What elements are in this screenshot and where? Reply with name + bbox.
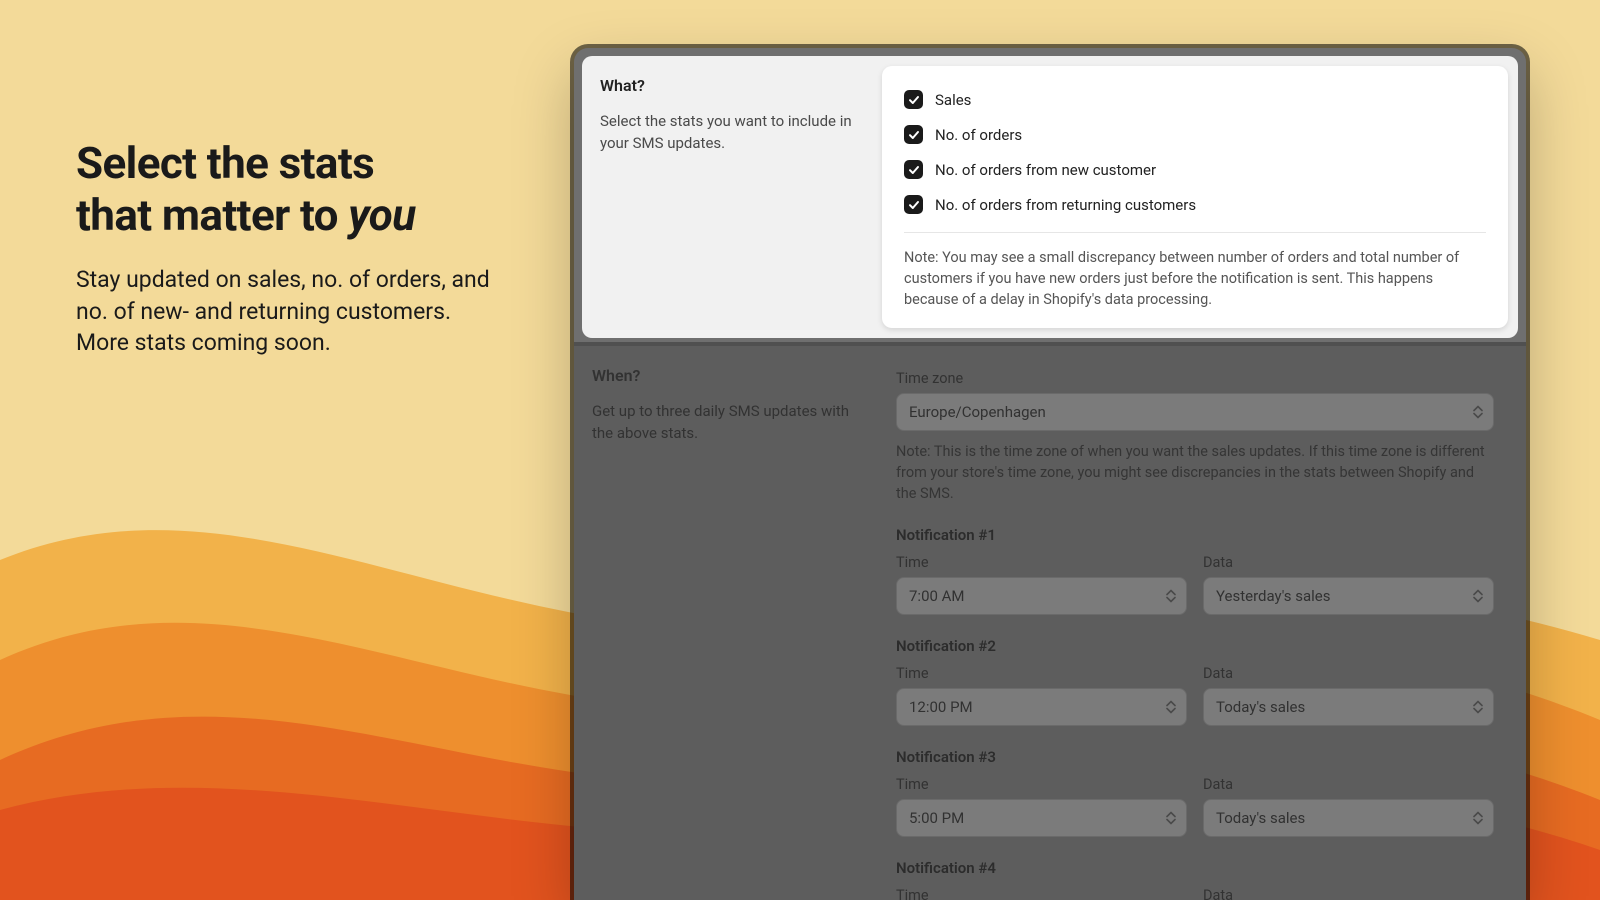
option-label: No. of orders from new customer (935, 161, 1156, 179)
n4-data-label: Data (1203, 887, 1494, 900)
n4-time-label: Time (896, 887, 1187, 900)
n3-time-value: 5:00 PM (909, 809, 964, 827)
promo-headline-emphasis: you (348, 189, 415, 241)
section-when: When? Get up to three daily SMS updates … (574, 346, 1526, 900)
section-when-title: When? (592, 366, 856, 385)
n3-time-select[interactable]: 5:00 PM (896, 799, 1187, 837)
notification-1-row: Time 7:00 AM Data Yesterday's sales (896, 554, 1494, 615)
notification-2-header: Notification #2 (896, 637, 1494, 655)
app-window: What? Select the stats you want to inclu… (574, 48, 1526, 900)
timezone-value: Europe/Copenhagen (909, 403, 1046, 421)
when-card: Time zone Europe/Copenhagen Note: This i… (874, 356, 1516, 900)
section-when-desc: Get up to three daily SMS updates with t… (592, 401, 856, 445)
notification-3-header: Notification #3 (896, 748, 1494, 766)
n3-data-label: Data (1203, 776, 1494, 793)
section-what-desc: Select the stats you want to include in … (600, 111, 864, 155)
option-label: No. of orders from returning customers (935, 196, 1196, 214)
promo-headline-line2-prefix: that matter to (76, 189, 348, 241)
chevron-updown-icon (1166, 701, 1176, 714)
option-new-customer-orders[interactable]: No. of orders from new customer (904, 152, 1486, 187)
section-what-title: What? (600, 76, 864, 95)
n1-time-select[interactable]: 7:00 AM (896, 577, 1187, 615)
option-sales[interactable]: Sales (904, 82, 1486, 117)
promo-copy: Select the stats that matter to you Stay… (76, 138, 496, 359)
promo-body: Stay updated on sales, no. of orders, an… (76, 264, 496, 359)
option-no-of-orders[interactable]: No. of orders (904, 117, 1486, 152)
n1-time-label: Time (896, 554, 1187, 571)
n1-data-select[interactable]: Yesterday's sales (1203, 577, 1494, 615)
chevron-updown-icon (1166, 590, 1176, 603)
n2-data-value: Today's sales (1216, 698, 1305, 716)
chevron-updown-icon (1473, 590, 1483, 603)
n3-data-select[interactable]: Today's sales (1203, 799, 1494, 837)
notification-1-header: Notification #1 (896, 526, 1494, 544)
stats-card: Sales No. of orders No. of orders from n… (882, 66, 1508, 328)
chevron-updown-icon (1473, 701, 1483, 714)
n2-data-select[interactable]: Today's sales (1203, 688, 1494, 726)
n3-data-value: Today's sales (1216, 809, 1305, 827)
timezone-note: Note: This is the time zone of when you … (896, 441, 1494, 504)
section-what-header: What? Select the stats you want to inclu… (582, 56, 882, 338)
notification-2-row: Time 12:00 PM Data Today's sales (896, 665, 1494, 726)
option-returning-customer-orders[interactable]: No. of orders from returning customers (904, 187, 1486, 222)
n3-time-label: Time (896, 776, 1187, 793)
notification-4-header: Notification #4 (896, 859, 1494, 877)
checkbox-checked-icon[interactable] (904, 195, 923, 214)
chevron-updown-icon (1166, 812, 1176, 825)
promo-headline-line1: Select the stats (76, 137, 374, 189)
stats-card-note: Note: You may see a small discrepancy be… (904, 232, 1486, 310)
section-what: What? Select the stats you want to inclu… (582, 56, 1518, 338)
section-when-header: When? Get up to three daily SMS updates … (574, 346, 874, 900)
option-label: No. of orders (935, 126, 1022, 144)
promo-headline: Select the stats that matter to you (76, 138, 496, 242)
n2-time-select[interactable]: 12:00 PM (896, 688, 1187, 726)
n1-data-value: Yesterday's sales (1216, 587, 1331, 605)
timezone-label: Time zone (896, 370, 1494, 387)
chevron-updown-icon (1473, 406, 1483, 419)
checkbox-checked-icon[interactable] (904, 90, 923, 109)
timezone-select[interactable]: Europe/Copenhagen (896, 393, 1494, 431)
option-label: Sales (935, 91, 971, 109)
checkbox-checked-icon[interactable] (904, 160, 923, 179)
chevron-updown-icon (1473, 812, 1483, 825)
notification-3-row: Time 5:00 PM Data Today's sales (896, 776, 1494, 837)
n1-data-label: Data (1203, 554, 1494, 571)
n1-time-value: 7:00 AM (909, 587, 965, 605)
n2-time-label: Time (896, 665, 1187, 682)
checkbox-checked-icon[interactable] (904, 125, 923, 144)
notification-4-row: Time Data (896, 887, 1494, 900)
n2-time-value: 12:00 PM (909, 698, 973, 716)
n2-data-label: Data (1203, 665, 1494, 682)
